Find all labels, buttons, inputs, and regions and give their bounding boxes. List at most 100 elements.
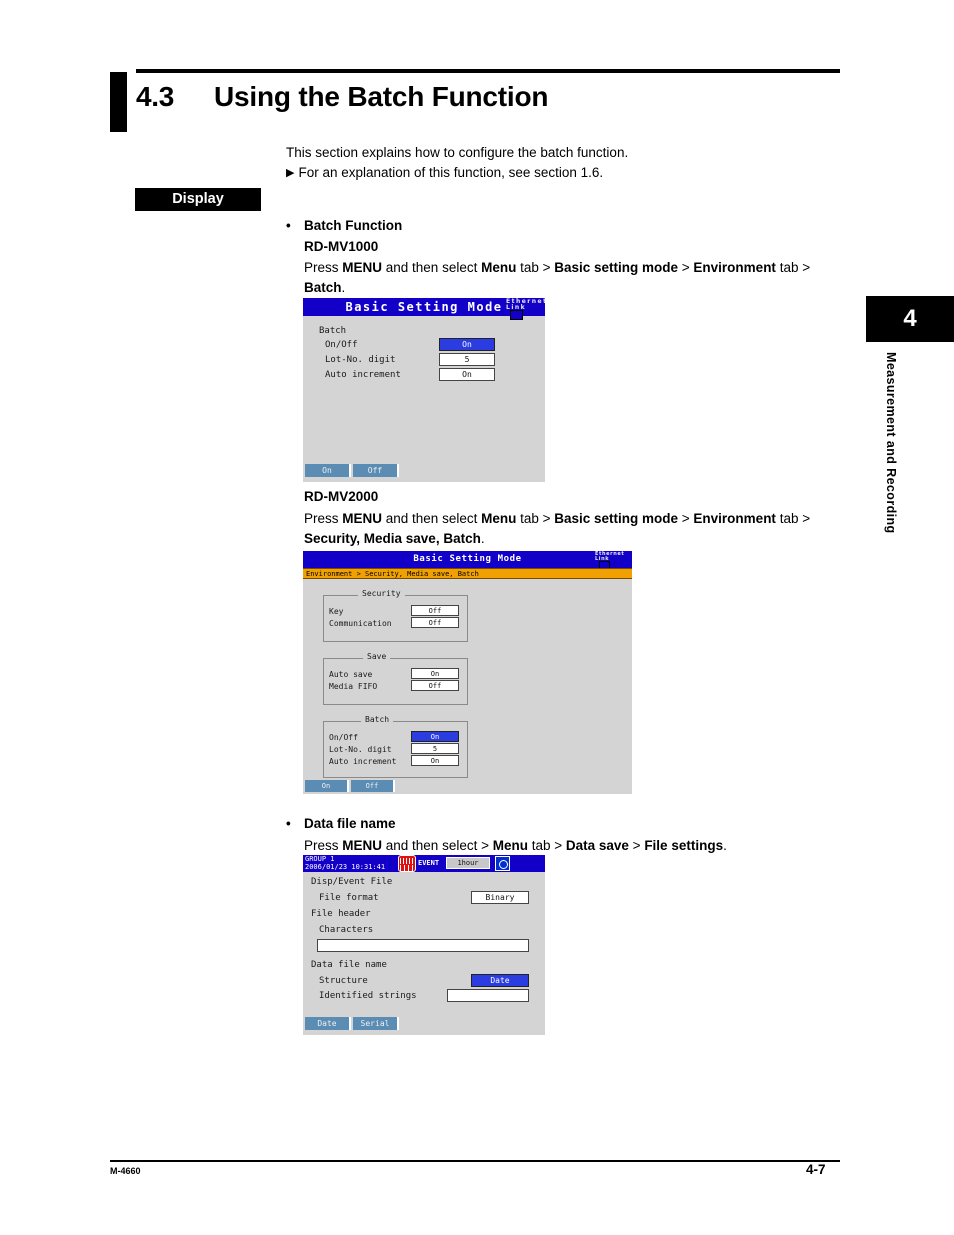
instr-sep-1: > — [678, 260, 694, 275]
structure-value[interactable]: Date — [471, 974, 529, 987]
instr2-mid: and then select — [382, 511, 482, 526]
instr2-tab-1: tab > — [516, 511, 555, 526]
mv2000-save-value-1[interactable]: Off — [411, 680, 459, 691]
mv1000-row-value-0[interactable]: On — [439, 338, 495, 351]
intro-line-2-text: For an explanation of this function, see… — [298, 165, 604, 180]
file-settings-softkey-date[interactable]: Date — [305, 1017, 351, 1030]
file-settings-status-bar: GROUP 1 2006/01/23 10:31:41 EVENT 1hour — [303, 855, 545, 872]
mv2000-softkey-off[interactable]: Off — [351, 780, 395, 792]
screenshot-rd-mv2000: Basic Setting Mode Ethernet Link Environ… — [303, 551, 632, 794]
mv1000-row-label-2: Auto increment — [325, 370, 401, 380]
instr-period-1: . — [341, 280, 346, 295]
file-settings-softkey-bar: Date Serial — [303, 1017, 545, 1030]
instr3-tab-1: tab > — [527, 838, 566, 853]
title-rule — [136, 69, 840, 73]
mv2000-security-label-1: Communication — [329, 619, 392, 628]
mv2000-body: Security Key Off Communication Off Save … — [303, 580, 632, 794]
mv2000-security-value-0[interactable]: Off — [411, 605, 459, 616]
datetime-label: 2006/01/23 10:31:41 — [305, 863, 386, 871]
bullet-batch-function-label: Batch Function — [304, 218, 403, 233]
recording-icon-bars — [400, 858, 414, 864]
instr-path-environment: Environment — [693, 260, 776, 275]
heading-rd-mv1000: RD-MV1000 — [304, 239, 379, 254]
mv1000-softkey-on[interactable]: On — [305, 464, 351, 477]
bullet-data-file-name: • Data file name — [286, 816, 396, 831]
instr3-path-file-settings: File settings — [644, 838, 724, 853]
instr2-path-security: Security, Media save, Batch — [304, 531, 481, 546]
mv2000-softkey-on[interactable]: On — [305, 780, 349, 792]
instr3-period: . — [723, 838, 727, 853]
mv1000-row-value-1[interactable]: 5 — [439, 353, 495, 366]
instr-path-basic-setting: Basic setting mode — [554, 260, 679, 275]
mv2000-batch-value-2[interactable]: On — [411, 755, 459, 766]
identified-strings-label: Identified strings — [319, 991, 417, 1001]
heading-rd-mv2000: RD-MV2000 — [304, 489, 379, 504]
instruction-mv2000: Press MENU and then select Menu tab > Ba… — [304, 509, 844, 529]
mv2000-save-label-1: Media FIFO — [329, 682, 378, 691]
mv2000-save-value-0[interactable]: On — [411, 668, 459, 679]
ethernet-link-indicator: Ethernet Link — [506, 299, 545, 320]
file-settings-section-3: Data file name — [311, 960, 387, 970]
mv1000-row-label-1: Lot-No. digit — [325, 355, 396, 365]
screenshot-rd-mv1000: Basic Setting Mode Ethernet Link Batch O… — [303, 298, 545, 482]
file-settings-softkey-serial[interactable]: Serial — [353, 1017, 399, 1030]
mv1000-group-label: Batch — [319, 326, 347, 336]
instr2-path-menu: Menu — [481, 511, 517, 526]
mv1000-row-label-0: On/Off — [325, 340, 358, 350]
instruction-mv2000-line2: Security, Media save, Batch. — [304, 529, 485, 549]
instr-mid: and then select — [382, 260, 482, 275]
file-settings-section-2: File header — [311, 909, 371, 919]
ethernet-link-indicator-mv2000: Ethernet Link — [595, 552, 629, 570]
instr3-menu-key: MENU — [342, 838, 383, 853]
mv1000-title-text: Basic Setting Mode — [345, 300, 503, 314]
instr3-sep: > — [628, 838, 645, 853]
characters-label: Characters — [319, 925, 374, 935]
bullet-data-file-name-label: Data file name — [304, 816, 396, 831]
bullet-batch-function: • Batch Function — [286, 218, 403, 233]
mv1000-body: Batch On/Off On Lot-No. digit 5 Auto inc… — [303, 316, 545, 482]
display-section-label: Display — [135, 188, 261, 211]
instr2-period: . — [480, 531, 485, 546]
intro-line-2: ▶ For an explanation of this function, se… — [286, 165, 603, 180]
instr-pre: Press — [304, 260, 343, 275]
footer-document-code: M-4660 — [110, 1166, 141, 1176]
instr2-path-basic-setting: Basic setting mode — [554, 511, 679, 526]
mv2000-group-title-save: Save — [363, 652, 391, 661]
bullet-dot-icon: • — [286, 218, 291, 233]
instr-path-menu: Menu — [481, 260, 517, 275]
mv1000-softkey-bar: On Off — [303, 464, 545, 477]
mv2000-batch-value-1[interactable]: 5 — [411, 743, 459, 754]
sample-rate-box[interactable]: 1hour — [446, 857, 490, 869]
instr-menu-key: MENU — [342, 260, 383, 275]
screenshot-file-settings: GROUP 1 2006/01/23 10:31:41 EVENT 1hour … — [303, 855, 545, 1035]
instruction-data-file-name: Press MENU and then select > Menu tab > … — [304, 836, 844, 856]
instruction-mv1000-line2: Batch. — [304, 278, 345, 298]
mv2000-security-value-1[interactable]: Off — [411, 617, 459, 628]
file-settings-section-1: Disp/Event File — [311, 877, 393, 887]
recording-icon-wave — [400, 865, 414, 871]
title-accent-bar — [110, 72, 127, 132]
footer-page-number: 4-7 — [806, 1162, 826, 1177]
mv2000-title-text: Basic Setting Mode — [413, 554, 522, 564]
file-settings-body: Disp/Event File File format Binary File … — [303, 872, 545, 1035]
instr-tab-2: tab > — [775, 260, 811, 275]
clock-icon — [495, 856, 510, 871]
bullet-dot-icon-2: • — [286, 816, 291, 831]
mv2000-save-label-0: Auto save — [329, 670, 373, 679]
mv2000-group-title-security: Security — [358, 589, 405, 598]
instruction-mv1000: Press MENU and then select Menu tab > Ba… — [304, 258, 844, 278]
file-format-value[interactable]: Binary — [471, 891, 529, 904]
characters-input[interactable] — [317, 939, 529, 952]
group-label: GROUP 1 — [305, 855, 335, 863]
instr3-pre: Press — [304, 838, 343, 853]
section-number: 4.3 — [136, 81, 175, 112]
chapter-tab-number: 4 — [866, 296, 954, 342]
mv2000-batch-value-0[interactable]: On — [411, 731, 459, 742]
mv2000-security-label-0: Key — [329, 607, 344, 616]
identified-strings-input[interactable] — [447, 989, 529, 1002]
mv1000-softkey-off[interactable]: Off — [353, 464, 399, 477]
mv2000-batch-label-0: On/Off — [329, 733, 358, 742]
footer-rule — [110, 1160, 840, 1162]
instr3-mid: and then select > — [382, 838, 493, 853]
mv1000-row-value-2[interactable]: On — [439, 368, 495, 381]
